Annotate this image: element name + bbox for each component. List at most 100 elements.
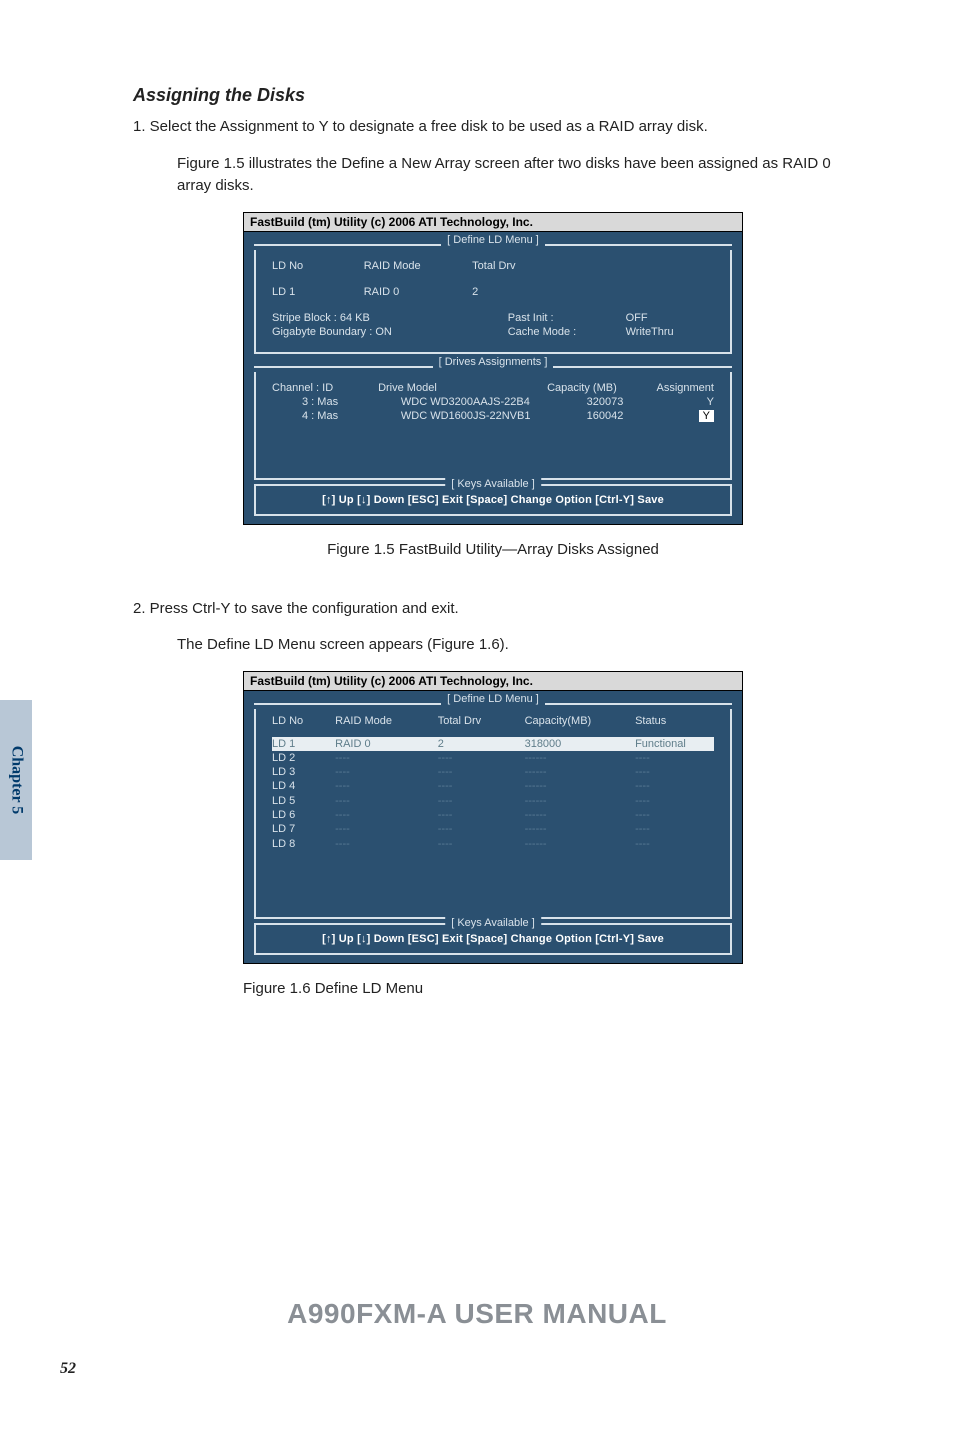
bios2-empty-space bbox=[256, 859, 730, 909]
drive-row: 4 : MasWDC WD1600JS-22NVB1160042 Y bbox=[272, 410, 714, 422]
ld-drv: ---- bbox=[438, 822, 525, 836]
ld-status: ---- bbox=[635, 779, 714, 793]
figure-1-5-caption: Figure 1.5 FastBuild Utility—Array Disks… bbox=[133, 541, 853, 558]
bios2-header-row: LD No RAID Mode Total Drv Capacity(MB) S… bbox=[256, 709, 730, 737]
col-status: Status bbox=[635, 715, 714, 727]
past-init-value: OFF bbox=[626, 312, 714, 324]
ld-status: Functional bbox=[635, 737, 714, 751]
ld-no: LD 1 bbox=[272, 737, 335, 751]
bios2-keys-text: [↑] Up [↓] Down [ESC] Exit [Space] Chang… bbox=[264, 933, 722, 945]
bios2-rows: LD 1RAID 02318000FunctionalLD 2---------… bbox=[256, 737, 730, 859]
bios2-keys-label: [ Keys Available ] bbox=[445, 917, 541, 929]
cache-mode-label: Cache Mode : bbox=[508, 326, 626, 338]
gigabyte-boundary-label: Gigabyte Boundary : ON bbox=[272, 326, 508, 338]
ld-cap: ------ bbox=[525, 779, 636, 793]
drive-model: WDC WD1600JS-22NVB1 bbox=[401, 410, 533, 422]
cache-mode-value: WriteThru bbox=[626, 326, 714, 338]
bios1-gigabyte-row: Gigabyte Boundary : ON Cache Mode : Writ… bbox=[272, 326, 714, 338]
page-number: 52 bbox=[60, 1360, 76, 1378]
val-ldno: LD 1 bbox=[272, 286, 364, 298]
step-2-text: 2. Press Ctrl-Y to save the configuratio… bbox=[133, 598, 853, 621]
ld-no: LD 3 bbox=[272, 765, 335, 779]
ld-mode: ---- bbox=[335, 837, 438, 851]
bios1-define-label-text: [ Define LD Menu ] bbox=[441, 234, 545, 246]
ld-mode: ---- bbox=[335, 822, 438, 836]
bios1-define-body: LD No RAID Mode Total Drv LD 1 RAID 0 2 … bbox=[254, 250, 732, 354]
drive-capacity: 160042 bbox=[533, 410, 624, 422]
bios1-define-data-row: LD 1 RAID 0 2 bbox=[272, 286, 714, 298]
ld-drv: ---- bbox=[438, 779, 525, 793]
drives-header-row: Channel : ID Drive Model Capacity (MB) A… bbox=[272, 382, 714, 394]
bios2-keys-box: [ Keys Available ] [↑] Up [↓] Down [ESC]… bbox=[254, 923, 732, 955]
empty bbox=[556, 260, 639, 272]
ld-row: LD 1RAID 02318000Functional bbox=[272, 737, 714, 751]
drive-assign-highlighted: Y bbox=[699, 410, 714, 422]
ld-status: ---- bbox=[635, 808, 714, 822]
drive-channel: 3 : Mas bbox=[272, 396, 401, 408]
bios1-keys-label: [ Keys Available ] bbox=[445, 478, 541, 490]
col-assignment: Assignment bbox=[617, 382, 714, 394]
bios1-drives-label: [ Drives Assignments ] bbox=[254, 356, 732, 368]
ld-cap: ------ bbox=[525, 837, 636, 851]
ld-no: LD 7 bbox=[272, 822, 335, 836]
ld-row: LD 8------------------ bbox=[272, 837, 714, 851]
col-totaldrv: Total Drv bbox=[472, 260, 555, 272]
figure-1-6-caption: Figure 1.6 Define LD Menu bbox=[243, 980, 853, 997]
ld-cap: ------ bbox=[525, 751, 636, 765]
ld-mode: ---- bbox=[335, 808, 438, 822]
ld-status: ---- bbox=[635, 794, 714, 808]
step-1-text: 1. Select the Assignment to Y to designa… bbox=[133, 116, 853, 139]
ld-mode: RAID 0 bbox=[335, 737, 438, 751]
ld-cap: ------ bbox=[525, 765, 636, 779]
bios1-define-header-row: LD No RAID Mode Total Drv bbox=[272, 260, 714, 272]
drive-channel: 4 : Mas bbox=[272, 410, 401, 422]
bios1-drives-label-text: [ Drives Assignments ] bbox=[433, 356, 554, 368]
drive-assign: Y bbox=[623, 396, 714, 408]
bios2-title-bar: FastBuild (tm) Utility (c) 2006 ATI Tech… bbox=[244, 672, 742, 691]
ld-row: LD 7------------------ bbox=[272, 822, 714, 836]
ld-mode: ---- bbox=[335, 765, 438, 779]
drive-row: 3 : MasWDC WD3200AAJS-22B4320073Y bbox=[272, 396, 714, 408]
ld-drv: ---- bbox=[438, 765, 525, 779]
bios1-keys-box: [ Keys Available ] [↑] Up [↓] Down [ESC]… bbox=[254, 484, 732, 516]
empty bbox=[639, 286, 714, 298]
empty bbox=[639, 260, 714, 272]
section-heading: Assigning the Disks bbox=[133, 85, 853, 106]
ld-no: LD 6 bbox=[272, 808, 335, 822]
drives-rows: 3 : MasWDC WD3200AAJS-22B4320073Y 4 : Mas… bbox=[272, 396, 714, 422]
bios1-stripe-row: Stripe Block : 64 KB Past Init : OFF bbox=[272, 312, 714, 324]
ld-drv: ---- bbox=[438, 751, 525, 765]
bios1-title-bar: FastBuild (tm) Utility (c) 2006 ATI Tech… bbox=[244, 213, 742, 232]
ld-row: LD 2------------------ bbox=[272, 751, 714, 765]
ld-no: LD 5 bbox=[272, 794, 335, 808]
ld-status: ---- bbox=[635, 822, 714, 836]
ld-no: LD 2 bbox=[272, 751, 335, 765]
bios1-define-section: [ Define LD Menu ] LD No RAID Mode Total… bbox=[254, 238, 732, 354]
stripe-block-label: Stripe Block : 64 KB bbox=[272, 312, 508, 324]
ld-drv: ---- bbox=[438, 808, 525, 822]
col-capacity: Capacity(MB) bbox=[525, 715, 636, 727]
val-raidmode: RAID 0 bbox=[364, 286, 472, 298]
drives-empty-space bbox=[272, 424, 714, 466]
col-totaldrv: Total Drv bbox=[438, 715, 525, 727]
ld-status: ---- bbox=[635, 751, 714, 765]
ld-cap: ------ bbox=[525, 822, 636, 836]
ld-cap: 318000 bbox=[525, 737, 636, 751]
ld-mode: ---- bbox=[335, 779, 438, 793]
step-1-detail: Figure 1.5 illustrates the Define a New … bbox=[177, 153, 853, 198]
bios1-keys-text: [↑] Up [↓] Down [ESC] Exit [Space] Chang… bbox=[264, 494, 722, 506]
bios2-section-label: [ Define LD Menu ] bbox=[254, 693, 732, 705]
past-init-label: Past Init : bbox=[508, 312, 626, 324]
ld-drv: ---- bbox=[438, 837, 525, 851]
ld-row: LD 4------------------ bbox=[272, 779, 714, 793]
ld-status: ---- bbox=[635, 765, 714, 779]
ld-no: LD 8 bbox=[272, 837, 335, 851]
ld-cap: ------ bbox=[525, 808, 636, 822]
chapter-tab-text: Chapter 5 bbox=[7, 746, 25, 815]
bios1-drives-body: Channel : ID Drive Model Capacity (MB) A… bbox=[254, 372, 732, 480]
val-totaldrv: 2 bbox=[472, 286, 555, 298]
bios2-body: LD No RAID Mode Total Drv Capacity(MB) S… bbox=[254, 709, 732, 919]
col-ldno: LD No bbox=[272, 715, 335, 727]
ld-row: LD 6------------------ bbox=[272, 808, 714, 822]
ld-mode: ---- bbox=[335, 794, 438, 808]
